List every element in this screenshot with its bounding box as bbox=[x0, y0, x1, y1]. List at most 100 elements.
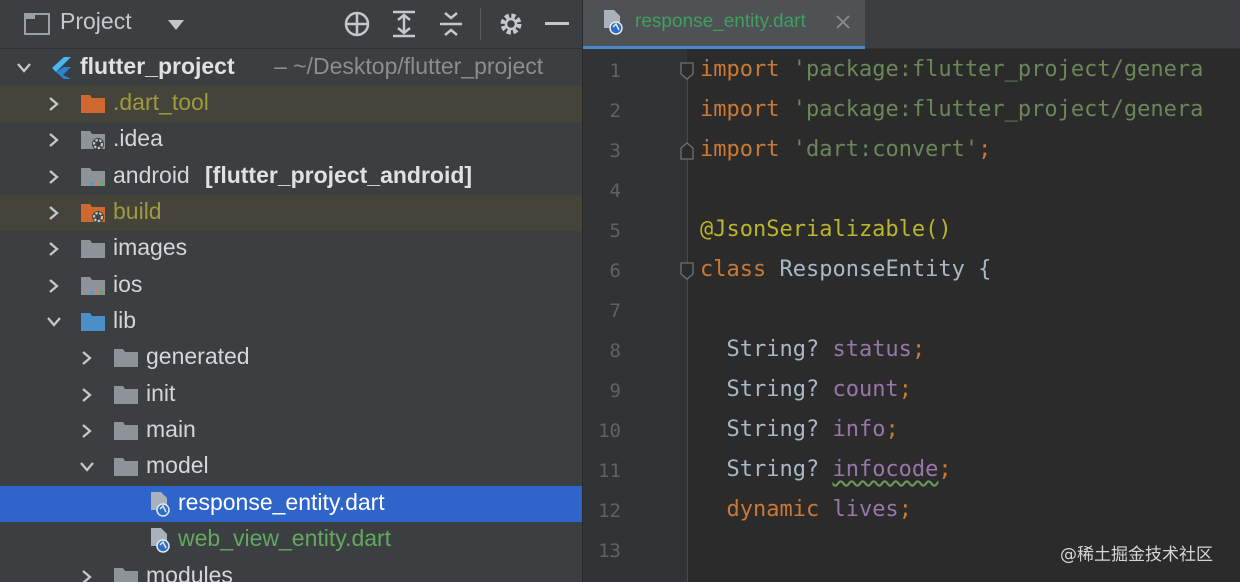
dart-file-icon bbox=[604, 10, 623, 35]
flutter-icon bbox=[52, 57, 71, 79]
tree-item-response-entity[interactable]: response_entity.dart bbox=[0, 486, 582, 522]
chevron-right-icon[interactable] bbox=[48, 278, 60, 294]
folder-icon bbox=[114, 349, 138, 367]
line-number: 2 bbox=[609, 100, 621, 122]
gear-icon[interactable] bbox=[497, 10, 525, 38]
tree-item-label: generated bbox=[146, 343, 250, 369]
tree-item-label: android bbox=[113, 162, 190, 188]
editor: response_entity.dart 1 2 3 4 5 6 7 8 9 1… bbox=[583, 0, 1240, 582]
line-number: 9 bbox=[609, 380, 621, 402]
chevron-right-icon[interactable] bbox=[48, 132, 60, 148]
chevron-down-icon[interactable] bbox=[167, 19, 185, 31]
collapse-all-icon[interactable] bbox=[438, 10, 464, 38]
code-line-6[interactable]: class ResponseEntity { bbox=[700, 257, 991, 282]
tree-item-label: images bbox=[113, 234, 188, 260]
watermark: @稀土掘金技术社区 bbox=[1060, 545, 1213, 565]
tree-item-label: main bbox=[146, 416, 196, 442]
code-line-3[interactable]: import 'dart:convert'; bbox=[700, 137, 991, 162]
tree-item-images[interactable]: images bbox=[0, 231, 582, 267]
tree-item-label: .idea bbox=[113, 125, 163, 151]
folder-icon bbox=[114, 386, 138, 404]
dart-file-icon bbox=[151, 528, 170, 553]
folder-icon bbox=[81, 240, 105, 258]
excluded-folder-icon bbox=[81, 204, 105, 223]
chevron-right-icon[interactable] bbox=[48, 96, 60, 112]
chevron-right-icon[interactable] bbox=[48, 241, 60, 257]
tree-item-lib[interactable]: lib bbox=[0, 304, 582, 340]
line-number: 10 bbox=[598, 420, 621, 442]
chevron-down-icon[interactable] bbox=[16, 62, 32, 74]
tree-item-label: response_entity.dart bbox=[178, 489, 385, 515]
line-number: 8 bbox=[609, 340, 621, 362]
tab-bar: response_entity.dart bbox=[583, 0, 1240, 49]
code-line-11[interactable]: String? infocode; bbox=[700, 457, 951, 482]
tree-item-label: init bbox=[146, 380, 176, 406]
minimize-icon[interactable] bbox=[545, 22, 569, 26]
module-name-suffix: [flutter_project_android] bbox=[205, 162, 473, 188]
line-number: 1 bbox=[609, 60, 621, 82]
line-number: 5 bbox=[609, 220, 621, 242]
tree-item-modules[interactable]: modules bbox=[0, 559, 582, 582]
tree-item-model[interactable]: model bbox=[0, 449, 582, 485]
chevron-right-icon[interactable] bbox=[81, 387, 93, 403]
chevron-right-icon[interactable] bbox=[48, 169, 60, 185]
code-line-5[interactable]: @JsonSerializable() bbox=[700, 217, 952, 242]
code-line-9[interactable]: String? count; bbox=[700, 377, 911, 402]
tree-item-label: lib bbox=[113, 307, 137, 333]
line-number: 6 bbox=[609, 260, 621, 282]
chevron-right-icon[interactable] bbox=[81, 350, 93, 366]
code-line-10[interactable]: String? info; bbox=[700, 417, 898, 442]
line-number: 11 bbox=[598, 460, 621, 482]
fold-icon[interactable] bbox=[680, 142, 694, 160]
code-line-1[interactable]: import 'package:flutter_project/genera bbox=[700, 57, 1203, 82]
tree-item-label: web_view_entity.dart bbox=[178, 525, 392, 551]
tree-item-label: .dart_tool bbox=[113, 89, 209, 115]
dart-file-icon bbox=[151, 492, 170, 517]
line-number-gutter: 1 2 3 4 5 6 7 8 9 10 11 12 13 bbox=[583, 49, 687, 582]
tree-item-label: modules bbox=[146, 562, 233, 582]
tab-response-entity[interactable]: response_entity.dart bbox=[583, 0, 865, 49]
chevron-down-icon[interactable] bbox=[79, 461, 95, 473]
tree-item-ios[interactable]: ios bbox=[0, 268, 582, 304]
chevron-right-icon[interactable] bbox=[81, 423, 93, 439]
tree-item-idea[interactable]: .idea bbox=[0, 122, 582, 158]
code-line-2[interactable]: import 'package:flutter_project/genera bbox=[700, 97, 1203, 122]
tree-item-build[interactable]: build bbox=[0, 195, 582, 231]
code-line-8[interactable]: String? status; bbox=[700, 337, 925, 362]
tree-item-android[interactable]: android [flutter_project_android] bbox=[0, 159, 582, 195]
tree-item-label: model bbox=[146, 452, 209, 478]
tree-item-main[interactable]: main bbox=[0, 413, 582, 449]
chevron-right-icon[interactable] bbox=[81, 569, 93, 582]
fold-icon[interactable] bbox=[680, 262, 694, 280]
line-number: 4 bbox=[609, 180, 621, 202]
project-root-name: flutter_project bbox=[80, 53, 235, 79]
line-number: 3 bbox=[609, 140, 621, 162]
tree-item-label: ios bbox=[113, 271, 143, 297]
tree-item-dart-tool[interactable]: .dart_tool bbox=[0, 86, 582, 122]
source-folder-icon bbox=[81, 313, 105, 331]
fold-icon[interactable] bbox=[680, 62, 694, 80]
crosshair-icon[interactable] bbox=[343, 10, 371, 38]
folder-icon bbox=[114, 568, 138, 582]
project-panel: Project flutter_project – ~/Desktop/flut… bbox=[0, 0, 582, 582]
close-icon[interactable] bbox=[835, 14, 851, 30]
expand-all-icon[interactable] bbox=[391, 10, 417, 38]
folder-settings-icon bbox=[81, 131, 105, 150]
module-folder-icon bbox=[81, 168, 105, 186]
folder-icon bbox=[81, 95, 105, 113]
folder-icon bbox=[114, 458, 138, 476]
project-header: Project bbox=[0, 0, 582, 49]
folder-icon bbox=[114, 422, 138, 440]
line-number: 13 bbox=[598, 540, 621, 562]
module-folder-icon bbox=[81, 277, 105, 295]
panel-title[interactable]: Project bbox=[60, 8, 132, 35]
tree-root[interactable]: flutter_project – ~/Desktop/flutter_proj… bbox=[0, 50, 582, 86]
tree-item-label: build bbox=[113, 198, 162, 224]
code-line-12[interactable]: dynamic lives; bbox=[700, 497, 911, 522]
tree-item-generated[interactable]: generated bbox=[0, 340, 582, 376]
chevron-down-icon[interactable] bbox=[46, 316, 62, 328]
chevron-right-icon[interactable] bbox=[48, 205, 60, 221]
tree-item-web-view-entity[interactable]: web_view_entity.dart bbox=[0, 522, 582, 558]
tree-item-init[interactable]: init bbox=[0, 377, 582, 413]
folder-window-icon bbox=[24, 13, 50, 35]
